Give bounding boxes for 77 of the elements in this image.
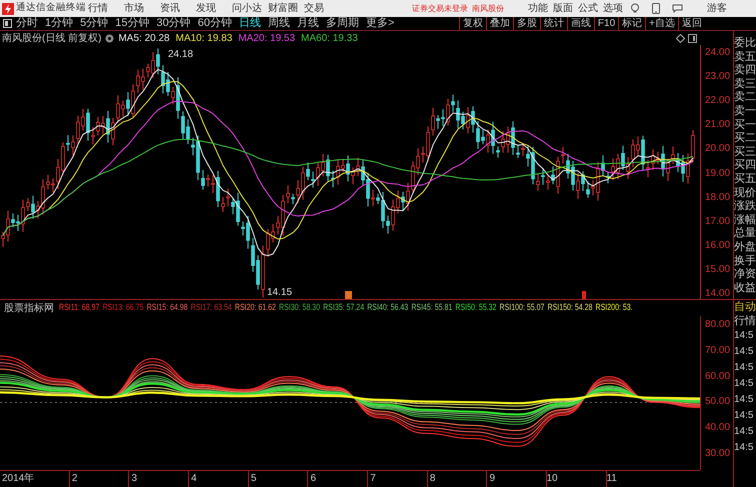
ma-legend-value: MA10: 19.83 (176, 32, 232, 46)
indicator-title: 股票指标网 (4, 302, 54, 316)
low-price-label: 14.15 (267, 286, 292, 300)
axis-label: 24.00 (705, 48, 730, 58)
rsi-legend-value: RSI20: 61.62 (234, 301, 276, 314)
quote-label: 换手 (734, 254, 756, 268)
rsi-legend-value: RSI45: 55.81 (411, 301, 452, 314)
quote-label: 收益 (734, 282, 756, 296)
quote-label: 现价 (734, 186, 756, 200)
ma-legend-value: MA20: 19.53 (238, 32, 296, 46)
rsi-legend-value: RSI30: 58.30 (279, 301, 320, 314)
axis-label: 17.00 (705, 216, 730, 227)
axis-label: 16.00 (705, 240, 730, 251)
trade-time: 14:5 (734, 393, 754, 407)
axis-label: 8 (430, 472, 436, 486)
axis-label: 22.00 (705, 96, 730, 106)
high-price-label: 24.18 (168, 48, 194, 62)
trade-time: 14:5 (734, 377, 754, 391)
axis-label: 50.00 (705, 397, 730, 408)
axis-label: 3 (131, 472, 138, 486)
axis-label: 5 (250, 472, 256, 486)
axis-label: 21.00 (705, 120, 730, 130)
quote-label: 卖五 (734, 50, 756, 64)
axis-label: 7 (370, 472, 376, 486)
ma-legend-value: MA5: 20.28 (118, 32, 170, 46)
axis-label: 2 (72, 472, 78, 486)
quote-label: 涨幅 (734, 214, 756, 227)
trade-time: 14:5 (734, 425, 754, 439)
quote-label: 买四 (734, 159, 756, 173)
trade-time: 14:5 (734, 345, 754, 359)
quote-label: 卖二 (734, 91, 756, 105)
axis-label: 6 (310, 472, 316, 486)
axis-label: 60.00 (705, 372, 730, 382)
axis-label: 18.00 (705, 192, 730, 203)
trade-time: 14:5 (734, 329, 754, 343)
quote-label: 买二 (734, 132, 756, 146)
axis-label: 23.00 (705, 72, 730, 82)
rsi-legend-value: RSI100: 55.07 (500, 301, 544, 314)
axis-label: 15.00 (705, 264, 730, 275)
quote-label: 卖四 (734, 64, 756, 78)
chart-title: 南风股份(日线 前复权) (2, 32, 102, 46)
rsi-legend-value: RSI35: 57.24 (323, 301, 364, 314)
quote-label: 总量 (734, 227, 756, 241)
axis-label: 14.00 (705, 289, 730, 299)
axis-label: 11 (606, 472, 617, 486)
axis-label: 80.00 (705, 320, 730, 330)
rsi-legend-value: RSI17: 63.54 (190, 301, 232, 314)
rsi-legend-value: RSI200: 53. (596, 301, 633, 314)
quote-label: 外盘 (734, 240, 756, 254)
trade-time: 14:5 (734, 361, 754, 375)
rsi-legend-value: RSI150: 54.28 (548, 301, 592, 314)
quote-label: 涨跌 (734, 200, 756, 214)
axis-label: 10 (546, 472, 558, 486)
quote-label: 买三 (734, 146, 756, 159)
rsi-legend-value: RSI13: 66.75 (102, 301, 144, 314)
quote-label: 卖一 (734, 104, 756, 119)
axis-label: 40.00 (705, 423, 730, 434)
axis-label: 19.00 (705, 168, 730, 178)
trade-time: 14:5 (734, 441, 754, 455)
rsi-legend-value: RSI15: 64.98 (146, 301, 188, 314)
trade-time: 14:5 (734, 409, 754, 423)
axis-label: 30.00 (705, 449, 730, 459)
rsi-legend-value: RSI50: 55.32 (455, 301, 496, 314)
rsi-legend-value: RSI11: 68.97 (59, 301, 100, 314)
ma-legend-value: MA60: 19.33 (301, 32, 358, 46)
app-title: 通达信金融终端 (16, 1, 86, 16)
axis-label: 4 (191, 472, 197, 486)
rsi-legend-value: RSI40: 56.43 (367, 301, 408, 314)
quote-label: 委比 (734, 37, 756, 51)
quote-label: 买五 (734, 172, 756, 187)
quote-label: 净资 (734, 268, 756, 282)
axis-label: 9 (490, 472, 496, 486)
year-label: 2014年 (2, 472, 34, 486)
quote-label: 卖三 (734, 78, 756, 91)
quote-label: 买一 (734, 118, 756, 132)
axis-label: 20.00 (705, 144, 730, 154)
axis-label: 70.00 (705, 346, 730, 356)
